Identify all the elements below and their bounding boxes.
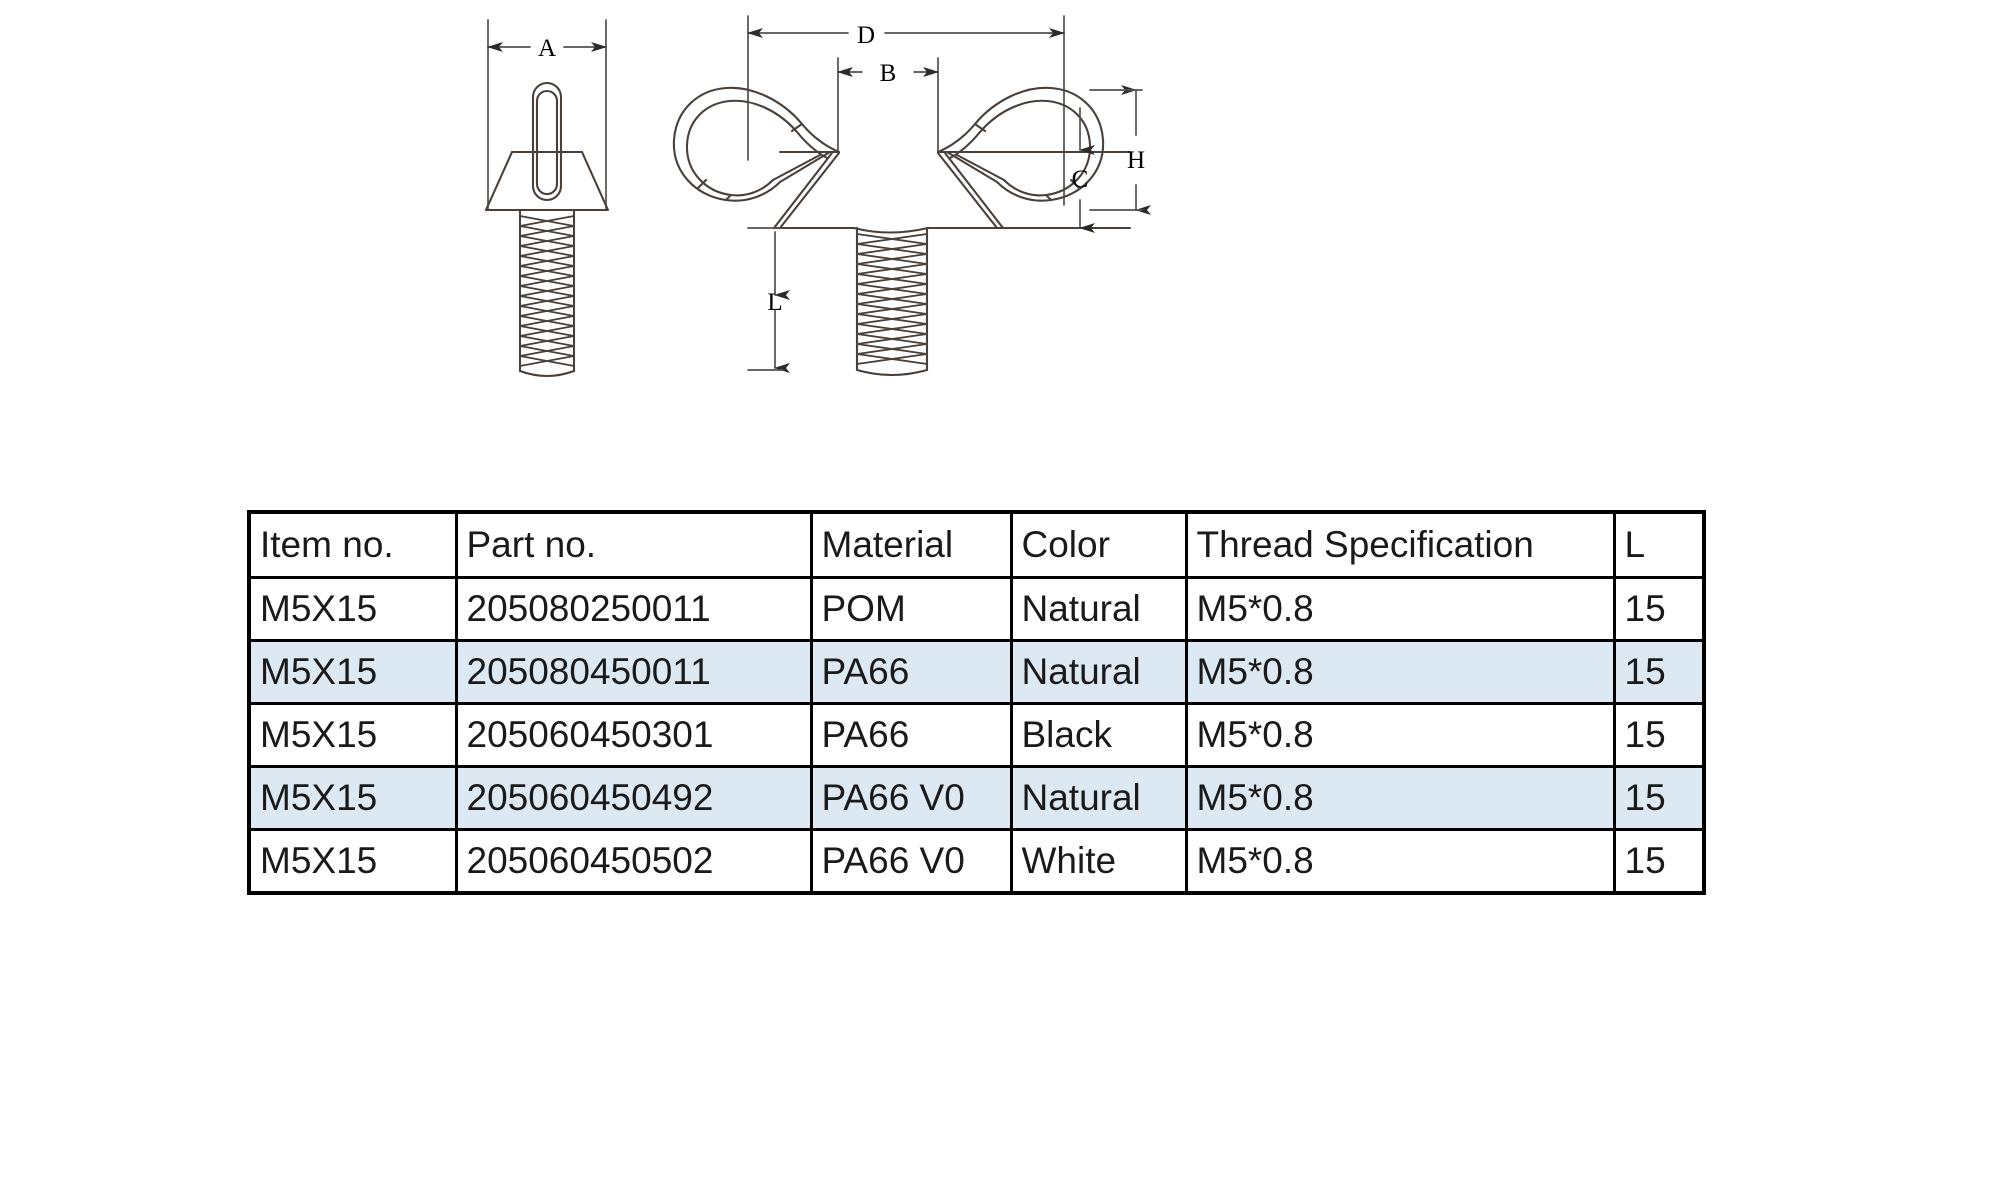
cell-part-no: 205080250011 [454,576,813,642]
cell-l: 15 [1612,702,1706,768]
cell-item-no: M5X15 [247,765,458,831]
table-row[interactable]: M5X15 205060450502 PA66 V0 White M5*0.8 … [247,828,1706,895]
drawing-canvas: A D B H C L [484,15,1151,378]
cell-l: 15 [1612,765,1706,831]
cell-item-no: M5X15 [247,639,458,705]
front-view-right-wing [936,86,1105,230]
dim-label-L: L [767,289,782,316]
column-header-material: Material [809,510,1013,579]
dimension-labels: A D B H C L [538,22,1145,316]
front-view [672,15,1151,376]
cell-material: PA66 [809,639,1013,705]
cell-item-no: M5X15 [247,702,458,768]
dim-label-D: D [857,22,875,49]
dim-label-A: A [538,35,556,62]
column-header-part-no: Part no. [454,510,813,579]
column-header-l: L [1612,510,1706,579]
cell-item-no: M5X15 [247,576,458,642]
cell-color: White [1009,828,1188,895]
column-header-item-no: Item no. [247,510,458,579]
cell-l: 15 [1612,639,1706,705]
dim-label-B: B [880,60,897,87]
specification-table-container: Item no. Part no. Material Color Thread … [247,510,1706,895]
table-row[interactable]: M5X15 205060450492 PA66 V0 Natural M5*0.… [247,765,1706,831]
cell-thread: M5*0.8 [1184,765,1616,831]
cell-color: Natural [1009,639,1188,705]
side-view [484,19,610,378]
specification-table: Item no. Part no. Material Color Thread … [247,510,1706,895]
table-row[interactable]: M5X15 205060450301 PA66 Black M5*0.8 15 [247,702,1706,768]
column-header-color: Color [1009,510,1188,579]
cell-color: Natural [1009,765,1188,831]
front-view-thread [856,233,928,365]
cell-l: 15 [1612,576,1706,642]
side-view-head [484,150,610,212]
cell-item-no: M5X15 [247,828,458,895]
cell-thread: M5*0.8 [1184,828,1616,895]
cell-thread: M5*0.8 [1184,576,1616,642]
column-header-thread-specification: Thread Specification [1184,510,1616,579]
cell-thread: M5*0.8 [1184,702,1616,768]
dim-label-H: H [1127,147,1145,174]
table-row[interactable]: M5X15 205080450011 PA66 Natural M5*0.8 1… [247,639,1706,705]
cell-color: Black [1009,702,1188,768]
cell-material: POM [809,576,1013,642]
drawing-sheet: A D B H C L Item no. Part no. Material C… [0,0,2000,1200]
table-header-row: Item no. Part no. Material Color Thread … [247,510,1706,579]
cell-material: PA66 V0 [809,765,1013,831]
side-view-wing-profile [531,82,563,201]
table-body: M5X15 205080250011 POM Natural M5*0.8 15… [247,576,1706,895]
cell-part-no: 205060450301 [454,702,813,768]
side-view-thread [519,215,575,367]
cell-color: Natural [1009,576,1188,642]
front-view-left-wing [672,86,841,230]
cell-l: 15 [1612,828,1706,895]
cell-thread: M5*0.8 [1184,639,1616,705]
cell-part-no: 205060450492 [454,765,813,831]
dim-label-C: C [1072,166,1089,193]
cell-part-no: 205080450011 [454,639,813,705]
cell-material: PA66 [809,702,1013,768]
cell-part-no: 205060450502 [454,828,813,895]
table-row[interactable]: M5X15 205080250011 POM Natural M5*0.8 15 [247,576,1706,642]
technical-drawing: A D B H C L [430,0,1550,500]
cell-material: PA66 V0 [809,828,1013,895]
dim-d-extension-lines [747,15,1065,206]
